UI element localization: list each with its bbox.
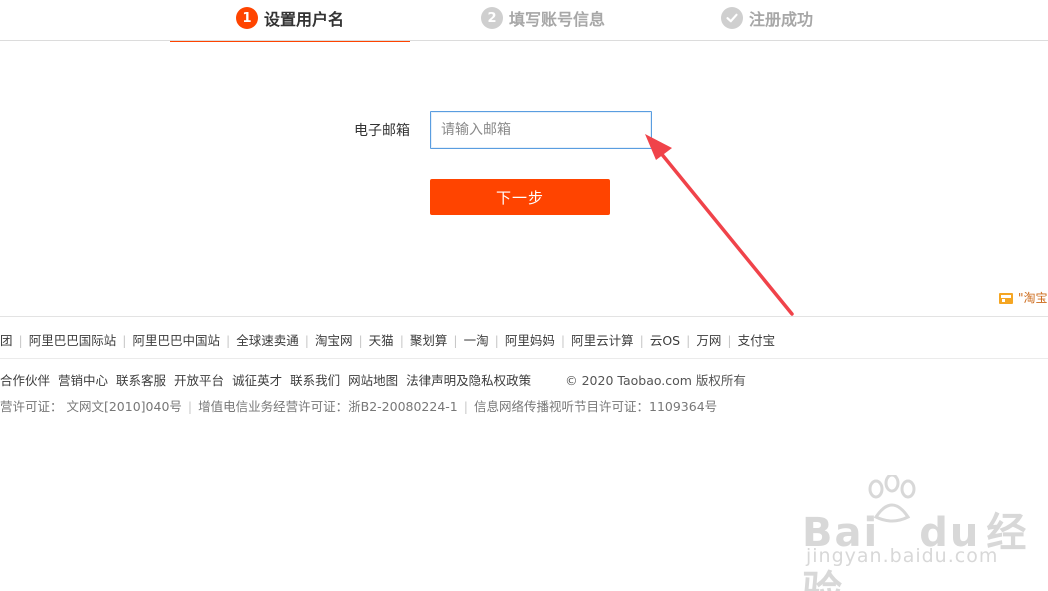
footer-link[interactable]: 阿里巴巴中国站	[132, 330, 220, 349]
watermark-brand: Bai du 经验	[802, 510, 1029, 591]
register-page: 1 设置用户名 2 填写账号信息 注册成功 电子邮箱 下一步	[0, 0, 1048, 591]
footer-link[interactable]: 团	[0, 330, 13, 349]
step-label: 设置用户名	[263, 10, 344, 29]
step-label: 注册成功	[748, 10, 813, 29]
step-number-badge: 1	[235, 7, 258, 29]
footer-link[interactable]: 淘宝网	[315, 330, 353, 349]
footer-link[interactable]: 万网	[696, 330, 721, 349]
license-text: 营许可证： 文网文[2010]040号	[0, 399, 182, 414]
footer-link[interactable]: 天猫	[369, 330, 394, 349]
next-step-button[interactable]: 下一步	[430, 179, 610, 215]
registration-steps: 1 设置用户名 2 填写账号信息 注册成功	[0, 0, 1048, 42]
footer-partner-links: 团 | 阿里巴巴国际站 | 阿里巴巴中国站 | 全球速卖通 | 淘宝网 | 天猫 | 聚划算 | 一淘 | 阿里…	[0, 330, 775, 349]
license-text: 增值电信业务经营许可证：浙B2-20080224-1	[198, 399, 458, 414]
annotation-arrow	[645, 134, 794, 316]
copyright-text: © 2020 Taobao.com 版权所有	[565, 373, 746, 388]
footer-divider	[0, 316, 1048, 317]
footer-link[interactable]: 合作伙伴	[0, 370, 50, 389]
step-set-username: 1 设置用户名	[170, 0, 410, 42]
shop-icon	[999, 292, 1013, 304]
footer-link[interactable]: 网站地图	[348, 370, 398, 389]
footer-licenses: 营许可证： 文网文[2010]040号 | 增值电信业务经营许可证：浙B2-2008…	[0, 399, 718, 414]
baidu-jingyan-watermark: Bai du 经验 jingyan.baidu.com	[790, 470, 1030, 591]
step-number-badge: 2	[480, 7, 503, 29]
footer-info-links: 合作伙伴 营销中心 联系客服 开放平台 诚征英才 联系我们 网站地图 法律声明及隐私权政策 © …	[0, 370, 746, 389]
paw-icon	[868, 475, 916, 523]
footer-link[interactable]: 支付宝	[738, 330, 776, 349]
steps-divider	[0, 40, 1048, 41]
footer-link[interactable]: 联系客服	[116, 370, 166, 389]
step-label: 填写账号信息	[508, 10, 605, 29]
footer-link[interactable]: 营销中心	[58, 370, 108, 389]
step-register-success: 注册成功	[647, 0, 887, 42]
footer-link[interactable]: 全球速卖通	[236, 330, 299, 349]
footer-link[interactable]: 阿里妈妈	[505, 330, 555, 349]
email-label: 电子邮箱	[354, 123, 410, 139]
license-text: 信息网络传播视听节目许可证：1109364号	[473, 399, 718, 414]
check-circle-icon	[720, 7, 743, 29]
footer-link[interactable]: 阿里云计算	[571, 330, 634, 349]
step-fill-account-info: 2 填写账号信息	[423, 0, 663, 42]
footer-link[interactable]: 联系我们	[290, 370, 340, 389]
footer-link[interactable]: 云OS	[650, 330, 680, 349]
footer-link[interactable]: 法律声明及隐私权政策	[406, 370, 531, 389]
footer-link[interactable]: 一淘	[464, 330, 489, 349]
footer-link[interactable]: 开放平台	[174, 370, 224, 389]
footer-divider	[0, 358, 1048, 359]
email-input[interactable]	[430, 111, 652, 149]
badge-text: "淘宝	[1018, 291, 1048, 305]
footer-link[interactable]: 诚征英才	[232, 370, 282, 389]
footer-link[interactable]: 阿里巴巴国际站	[29, 330, 117, 349]
watermark-url: jingyan.baidu.com	[806, 545, 999, 567]
taobao-badge[interactable]: "淘宝	[998, 289, 1048, 306]
footer-link[interactable]: 聚划算	[410, 330, 448, 349]
